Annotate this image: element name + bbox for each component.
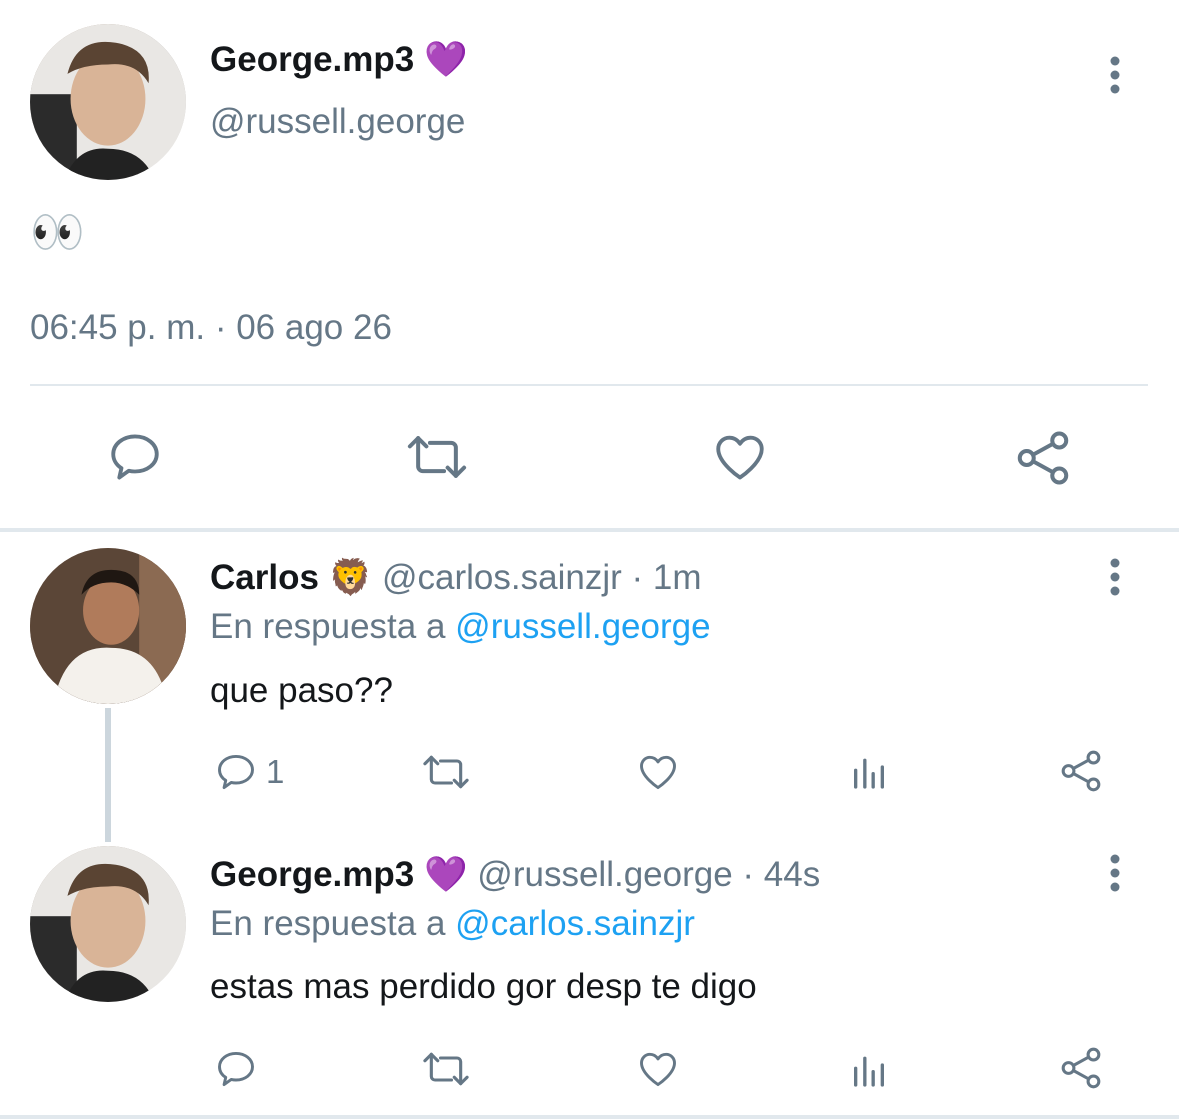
like-icon[interactable]	[635, 750, 681, 794]
display-name-text: George.mp3	[210, 40, 415, 79]
more-options-icon[interactable]	[1100, 55, 1130, 95]
main-avatar[interactable]	[30, 24, 186, 180]
reply-icon[interactable]	[214, 750, 258, 794]
retweet-icon[interactable]	[404, 428, 470, 486]
reply-context-carlos: En respuesta a @russell.george	[210, 607, 711, 647]
reply-header-carlos: Carlos 🦁 @carlos.sainzjr · 1m	[210, 558, 701, 598]
avatar-photo	[30, 548, 186, 704]
share-icon[interactable]	[1058, 748, 1104, 794]
bottom-divider	[0, 1115, 1179, 1119]
reply-prefix: En respuesta a	[210, 904, 446, 943]
more-options-icon[interactable]	[1100, 557, 1130, 597]
handle-time[interactable]: @carlos.sainzjr · 1m	[382, 558, 701, 597]
retweet-icon[interactable]	[420, 750, 472, 794]
heart-emoji: 💜	[423, 40, 468, 79]
reply-count: 1	[266, 753, 285, 790]
section-divider	[0, 528, 1179, 532]
main-tweet-text: 👀	[30, 208, 85, 257]
display-name[interactable]: Carlos	[210, 558, 319, 597]
handle-time[interactable]: @russell.george · 44s	[477, 855, 820, 894]
reply-avatar-carlos[interactable]	[30, 548, 186, 704]
reply-prefix: En respuesta a	[210, 607, 446, 646]
main-handle[interactable]: @russell.george	[210, 102, 465, 142]
main-display-name[interactable]: George.mp3 💜	[210, 40, 468, 80]
avatar-photo	[30, 24, 186, 180]
thread-line	[105, 708, 111, 842]
divider	[30, 384, 1148, 386]
reply-avatar-george[interactable]	[30, 846, 186, 1002]
reply-text: estas mas perdido gor desp te digo	[210, 967, 757, 1006]
lion-emoji: 🦁	[328, 558, 373, 597]
reply-context-george: En respuesta a @carlos.sainzjr	[210, 904, 695, 944]
like-icon[interactable]	[710, 428, 770, 486]
share-icon[interactable]	[1058, 1045, 1104, 1091]
reply-icon[interactable]	[214, 1047, 258, 1091]
reply-to-link[interactable]: @russell.george	[455, 607, 710, 646]
reply-icon[interactable]	[106, 428, 164, 486]
more-options-icon[interactable]	[1100, 853, 1130, 893]
display-name[interactable]: George.mp3	[210, 855, 414, 894]
like-icon[interactable]	[635, 1047, 681, 1091]
reply-header-george: George.mp3 💜 @russell.george · 44s	[210, 855, 820, 895]
main-timestamp[interactable]: 06:45 p. m. · 06 ago 26	[30, 308, 392, 348]
heart-emoji: 💜	[423, 855, 468, 894]
share-icon[interactable]	[1012, 428, 1074, 488]
analytics-icon[interactable]	[848, 752, 890, 792]
analytics-icon[interactable]	[848, 1050, 890, 1090]
reply-text: que paso??	[210, 671, 393, 710]
avatar-photo	[30, 846, 186, 1002]
retweet-icon[interactable]	[420, 1047, 472, 1091]
reply-to-link[interactable]: @carlos.sainzjr	[455, 904, 695, 943]
